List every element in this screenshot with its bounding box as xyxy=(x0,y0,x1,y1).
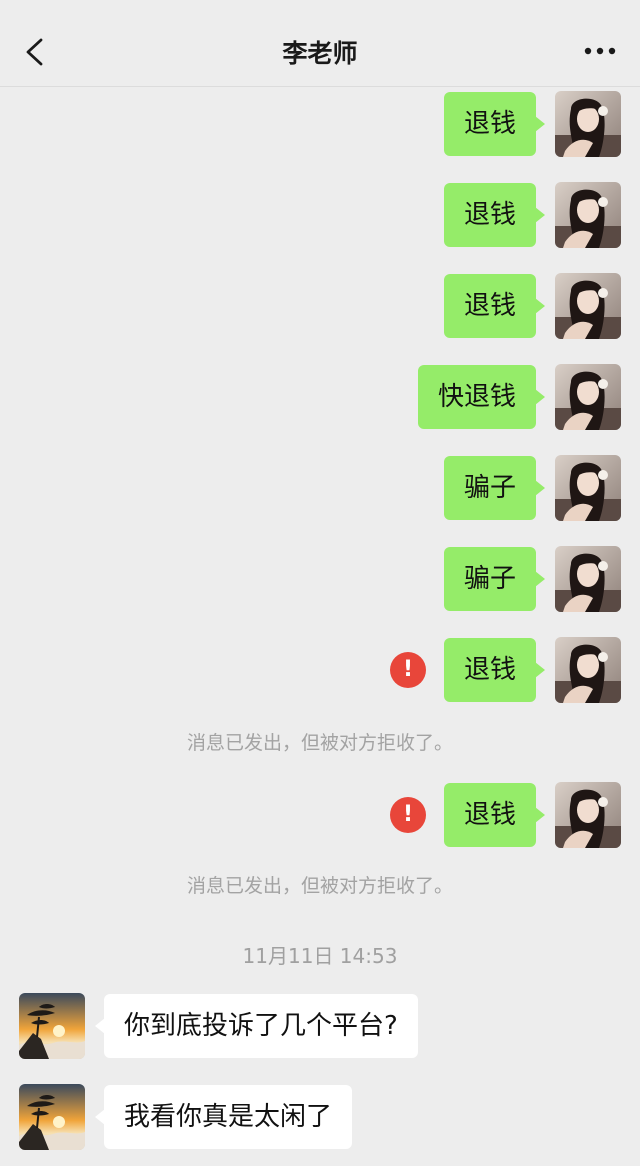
top-bar: 李老师 xyxy=(0,0,640,87)
my-avatar[interactable] xyxy=(555,91,621,157)
outgoing-message-bubble[interactable]: 退钱 xyxy=(443,274,546,338)
send-failed-icon[interactable]: ! xyxy=(390,652,426,688)
message-timestamp: 11月11日 14:53 xyxy=(242,944,398,968)
my-avatar[interactable] xyxy=(555,782,621,848)
chat-title: 李老师 xyxy=(282,39,358,68)
outgoing-message-bubble[interactable]: 快退钱 xyxy=(417,365,546,429)
my-avatar[interactable] xyxy=(555,364,621,430)
outgoing-message-bubble[interactable]: 退钱 xyxy=(443,92,546,156)
rejected-notice: 消息已发出，但被对方拒收了。 xyxy=(186,732,453,754)
send-failed-icon[interactable]: ! xyxy=(390,797,426,833)
more-button[interactable] xyxy=(578,36,622,66)
outgoing-message-bubble[interactable]: 退钱 xyxy=(443,783,546,847)
outgoing-message-bubble[interactable]: 骗子 xyxy=(443,456,546,520)
outgoing-message-bubble[interactable]: 退钱 xyxy=(443,638,546,702)
outgoing-message-bubble[interactable]: 骗子 xyxy=(443,547,546,611)
my-avatar[interactable] xyxy=(555,273,621,339)
contact-avatar[interactable] xyxy=(19,1084,85,1150)
contact-avatar[interactable] xyxy=(19,993,85,1059)
my-avatar[interactable] xyxy=(555,455,621,521)
incoming-message-bubble[interactable]: 我看你真是太闲了 xyxy=(94,1085,353,1149)
incoming-message-bubble[interactable]: 你到底投诉了几个平台? xyxy=(95,994,418,1058)
rejected-notice: 消息已发出，但被对方拒收了。 xyxy=(186,875,453,897)
more-dots-icon xyxy=(584,47,616,55)
my-avatar[interactable] xyxy=(555,182,621,248)
outgoing-message-bubble[interactable]: 退钱 xyxy=(443,183,546,247)
my-avatar[interactable] xyxy=(555,637,621,703)
my-avatar[interactable] xyxy=(555,546,621,612)
